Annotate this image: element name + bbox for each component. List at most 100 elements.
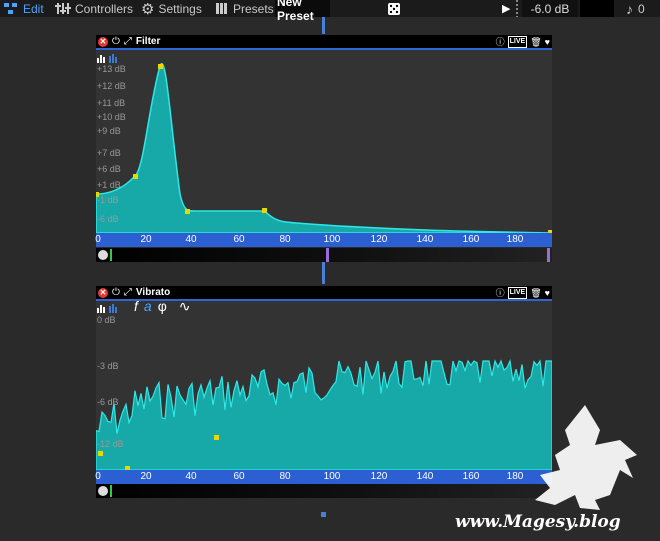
- presets-tab[interactable]: Presets: [215, 0, 274, 17]
- x-tick: 140: [416, 471, 434, 482]
- db-label: +9 dB: [97, 126, 121, 136]
- connector-middle: [322, 262, 325, 284]
- filter-curve[interactable]: [96, 50, 552, 233]
- filter-modulation-bar[interactable]: [96, 248, 552, 262]
- vibrato-header: ✕ ⏻ ⤢ Vibrato ⓘ LIVE 🗑 ♥: [96, 286, 552, 299]
- play-icon[interactable]: ▶: [502, 0, 510, 17]
- controllers-tab[interactable]: Controllers: [55, 0, 133, 17]
- heart-icon[interactable]: ♥: [545, 37, 550, 47]
- note-icon: ♪: [626, 0, 633, 17]
- top-toolbar: Edit Controllers ⚙ Settings Presets New …: [0, 0, 660, 23]
- info-icon[interactable]: ⓘ: [496, 37, 505, 47]
- db-label: +7 dB: [97, 148, 121, 158]
- vibrato-node[interactable]: [98, 451, 103, 456]
- x-tick: 60: [233, 471, 245, 482]
- db-label: -6 dB: [97, 214, 119, 224]
- presets-icon: [216, 3, 227, 14]
- power-icon[interactable]: ⏻: [112, 287, 120, 298]
- settings-tab[interactable]: ⚙ Settings: [141, 0, 202, 18]
- controllers-label: Controllers: [75, 1, 134, 16]
- x-tick: 100: [323, 234, 341, 245]
- vibrato-graph[interactable]: f a φ ∿ 0 dB -3 dB -6 dB -12 dB: [96, 301, 552, 470]
- mod-marker: [110, 249, 112, 261]
- x-tick: 40: [185, 471, 197, 482]
- frequency-axis: 0 20 40 60 80 100 120 140 160 180: [95, 470, 552, 484]
- vibrato-waveform: [96, 358, 552, 470]
- volume-meter: [580, 0, 614, 17]
- trash-icon[interactable]: 🗑: [530, 37, 541, 47]
- x-tick: 160: [462, 471, 480, 482]
- x-tick: 120: [370, 471, 388, 482]
- edit-label: Edit: [23, 1, 44, 16]
- edit-icon: [4, 3, 17, 14]
- mod-marker[interactable]: [326, 248, 329, 262]
- filter-graph[interactable]: +13 dB +12 dB +11 dB +10 dB +9 dB +7 dB …: [96, 50, 552, 233]
- shape-buttons: f a φ ∿: [134, 301, 191, 315]
- vibrato-node[interactable]: [214, 435, 219, 440]
- x-tick: 20: [140, 471, 152, 482]
- freq-button[interactable]: f: [134, 301, 138, 315]
- phase-button[interactable]: φ: [158, 301, 167, 315]
- power-icon[interactable]: ⏻: [112, 36, 120, 47]
- info-icon[interactable]: ⓘ: [496, 288, 505, 298]
- watermark-text: www.Magesy.blog: [455, 512, 621, 532]
- close-icon[interactable]: ✕: [98, 36, 108, 47]
- db-label: -6 dB: [97, 397, 119, 407]
- x-tick: 40: [185, 234, 197, 245]
- close-icon[interactable]: ✕: [98, 287, 108, 298]
- connector-bottom: [321, 512, 326, 517]
- x-tick: 180: [506, 234, 524, 245]
- live-button[interactable]: LIVE: [507, 36, 528, 48]
- x-tick: 180: [506, 471, 524, 482]
- db-label: +1 dB: [97, 180, 121, 190]
- edit-tab[interactable]: Edit: [3, 0, 44, 17]
- spectrum-icon[interactable]: [97, 303, 121, 313]
- randomize-button[interactable]: [387, 0, 401, 17]
- x-tick: 80: [279, 471, 291, 482]
- griffin-logo: [535, 405, 637, 510]
- dice-icon: [388, 2, 400, 15]
- x-tick: 160: [462, 234, 480, 245]
- db-label: -3 dB: [97, 361, 119, 371]
- mod-knob-icon[interactable]: [98, 250, 108, 260]
- live-button[interactable]: LIVE: [507, 287, 528, 299]
- expand-icon[interactable]: ⤢: [124, 36, 132, 47]
- vibrato-panel: ✕ ⏻ ⤢ Vibrato ⓘ LIVE 🗑 ♥ f a φ ∿ 0 dB -3…: [95, 286, 552, 513]
- presets-label: Presets: [233, 1, 274, 16]
- db-label: -1 dB: [97, 195, 119, 205]
- vibrato-modulation-bar[interactable]: [96, 484, 552, 498]
- x-tick: 0: [95, 234, 101, 245]
- expand-icon[interactable]: ⤢: [124, 287, 132, 298]
- db-label: +6 dB: [97, 164, 121, 174]
- mod-marker[interactable]: [547, 248, 550, 262]
- master-volume[interactable]: -6.0 dB: [522, 0, 578, 17]
- heart-icon[interactable]: ♥: [545, 288, 550, 298]
- x-tick: 140: [416, 234, 434, 245]
- x-tick: 80: [279, 234, 291, 245]
- connector-top: [322, 17, 325, 34]
- trash-icon[interactable]: 🗑: [530, 288, 541, 298]
- x-tick: 120: [370, 234, 388, 245]
- preset-name-field[interactable]: New Preset: [275, 0, 330, 23]
- x-tick: 60: [233, 234, 245, 245]
- db-label: -12 dB: [97, 439, 124, 449]
- x-tick: 100: [323, 471, 341, 482]
- panel-title: Vibrato: [135, 287, 171, 298]
- amp-button[interactable]: a: [144, 301, 152, 315]
- sine-wave-icon[interactable]: ∿: [179, 301, 191, 315]
- spectrum-icon[interactable]: [97, 53, 121, 63]
- mod-knob-icon[interactable]: [98, 486, 108, 496]
- x-tick: 0: [95, 471, 101, 482]
- vibrato-curve[interactable]: [96, 301, 552, 470]
- frequency-axis: 0 20 40 60 80 100 120 140 160 180: [95, 233, 552, 247]
- db-label: +13 dB: [97, 64, 126, 74]
- panel-title: Filter: [135, 36, 161, 47]
- db-label: +11 dB: [97, 98, 126, 108]
- note-count: 0: [638, 1, 645, 16]
- x-tick: 20: [140, 234, 152, 245]
- gear-icon: ⚙: [141, 0, 155, 18]
- db-label: +12 dB: [97, 81, 126, 91]
- level-meter: [516, 0, 518, 17]
- filter-header: ✕ ⏻ ⤢ Filter ⓘ LIVE 🗑 ♥: [96, 35, 552, 48]
- db-label: 0 dB: [97, 315, 116, 325]
